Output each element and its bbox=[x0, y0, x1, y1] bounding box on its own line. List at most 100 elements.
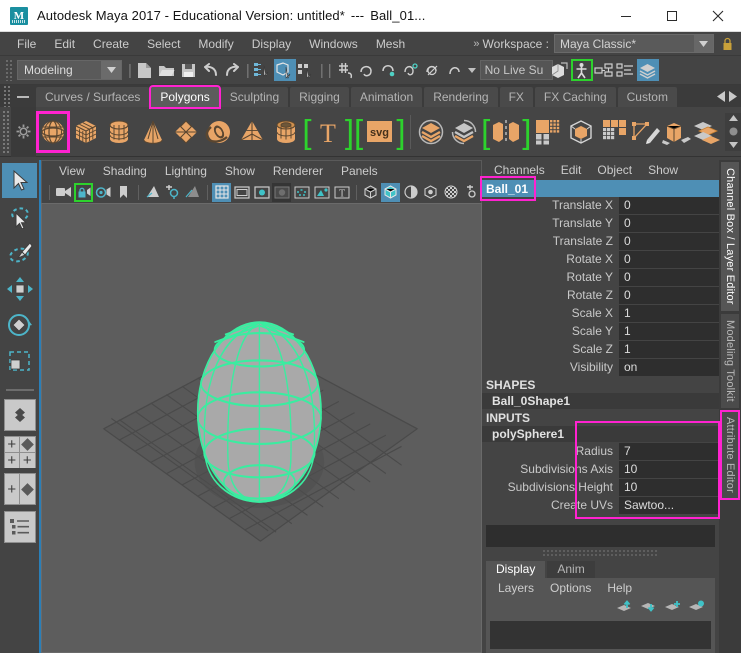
layer-tab-display[interactable]: Display bbox=[486, 561, 546, 578]
panel-menu-view[interactable]: View bbox=[50, 161, 94, 182]
panel-menu-renderer[interactable]: Renderer bbox=[264, 161, 332, 182]
attribute-value[interactable]: 1 bbox=[619, 323, 719, 340]
smooth-icon[interactable] bbox=[531, 111, 564, 153]
chevron-down-icon[interactable] bbox=[694, 35, 713, 52]
undo-icon[interactable] bbox=[200, 59, 222, 81]
shelf-grip[interactable] bbox=[3, 85, 12, 107]
menu-item-file[interactable]: File bbox=[8, 32, 45, 56]
move-layer-up-icon[interactable] bbox=[616, 600, 633, 616]
separate-icon[interactable] bbox=[448, 111, 481, 153]
lasso-select-tool-icon[interactable] bbox=[2, 199, 37, 234]
maximize-button[interactable] bbox=[649, 0, 695, 32]
select-camera-icon[interactable] bbox=[54, 183, 73, 202]
single-perspective-layout[interactable] bbox=[3, 399, 36, 431]
layer-editor-icon[interactable] bbox=[636, 59, 659, 81]
xray-joints-icon[interactable] bbox=[312, 183, 331, 202]
channel-box-node-name-row[interactable]: Ball_01 bbox=[480, 176, 719, 201]
open-scene-icon[interactable] bbox=[156, 59, 178, 81]
bevel-icon[interactable] bbox=[661, 111, 692, 153]
attribute-value[interactable]: 0 bbox=[619, 251, 719, 268]
multi-cut-icon[interactable] bbox=[598, 111, 631, 153]
vtab-modeling-toolkit[interactable]: Modeling Toolkit bbox=[721, 313, 739, 408]
attribute-row[interactable]: Scale Y 1 bbox=[482, 323, 719, 340]
output-connections-icon[interactable] bbox=[615, 59, 637, 81]
shelf-tab-fx-caching[interactable]: FX Caching bbox=[534, 87, 616, 107]
use-all-lights-icon[interactable] bbox=[421, 183, 440, 202]
poly-svg-icon[interactable]: svg bbox=[363, 111, 396, 153]
panel-menu-shading[interactable]: Shading bbox=[94, 161, 156, 182]
attribute-value[interactable]: 1 bbox=[619, 305, 719, 322]
shelf-tab-animation[interactable]: Animation bbox=[350, 87, 423, 107]
menu-item-windows[interactable]: Windows bbox=[300, 32, 367, 56]
input-connections-icon[interactable] bbox=[593, 59, 615, 81]
gate-mask-icon[interactable] bbox=[272, 182, 291, 202]
wireframe-shading-icon[interactable] bbox=[361, 183, 380, 202]
close-button[interactable] bbox=[695, 0, 741, 32]
attribute-row[interactable]: Subdivisions Height 10 bbox=[482, 479, 719, 496]
attribute-value[interactable]: 0 bbox=[619, 269, 719, 286]
shadows-icon[interactable] bbox=[183, 183, 202, 202]
shelf-tab-sculpting[interactable]: Sculpting bbox=[220, 87, 289, 107]
snap-to-projected-center-icon[interactable] bbox=[400, 59, 422, 81]
menu-item-create[interactable]: Create bbox=[84, 32, 138, 56]
four-view-layout[interactable]: + + + bbox=[3, 436, 36, 468]
paint-select-tool-icon[interactable] bbox=[2, 235, 37, 270]
shelf-tab-custom[interactable]: Custom bbox=[617, 87, 677, 107]
make-live-icon[interactable] bbox=[444, 59, 466, 81]
smooth-preview-icon[interactable] bbox=[565, 111, 598, 153]
new-scene-icon[interactable] bbox=[134, 59, 156, 81]
attribute-row[interactable]: Rotate X 0 bbox=[482, 251, 719, 268]
poly-cube-icon[interactable] bbox=[70, 111, 103, 153]
snap-to-curve-icon[interactable] bbox=[356, 59, 378, 81]
lock-camera-icon[interactable] bbox=[74, 182, 93, 202]
shelf-tab-rendering[interactable]: Rendering bbox=[424, 87, 498, 107]
bookmark-icon[interactable] bbox=[114, 183, 133, 202]
attribute-value[interactable]: 10 bbox=[619, 479, 719, 496]
attribute-row[interactable]: Create UVs Sawtoo... bbox=[482, 497, 719, 514]
redo-icon[interactable] bbox=[222, 59, 244, 81]
select-by-hierarchy-icon[interactable] bbox=[252, 59, 274, 81]
snap-to-view-plane-icon[interactable] bbox=[422, 59, 444, 81]
move-layer-down-icon[interactable] bbox=[640, 600, 657, 616]
shelf-tab-curves-surfaces[interactable]: Curves / Surfaces bbox=[36, 87, 150, 107]
shelf-options-gear-icon[interactable] bbox=[10, 106, 37, 157]
panel-menu-show[interactable]: Show bbox=[216, 161, 264, 182]
shelf-tab-polygons[interactable]: Polygons bbox=[149, 85, 221, 109]
scroll-left-icon[interactable] bbox=[717, 91, 726, 105]
attribute-row[interactable]: Radius 7 bbox=[482, 443, 719, 460]
scale-tool-icon[interactable] bbox=[2, 343, 37, 378]
shelf-tab-menu-icon[interactable] bbox=[14, 90, 32, 104]
panel-resize-handle[interactable] bbox=[542, 549, 659, 557]
poly-cone-icon[interactable] bbox=[136, 111, 169, 153]
attribute-value[interactable]: 7 bbox=[619, 443, 719, 460]
attribute-value[interactable]: Sawtoo... bbox=[619, 497, 719, 514]
multisample-icon[interactable] bbox=[461, 183, 480, 202]
poly-cylinder-icon[interactable] bbox=[103, 111, 136, 153]
shelf-tab-fx[interactable]: FX bbox=[499, 87, 533, 107]
camera-attributes-icon[interactable] bbox=[94, 183, 113, 202]
attribute-row[interactable]: Translate X 0 bbox=[482, 197, 719, 214]
render-view-icon[interactable] bbox=[549, 59, 571, 81]
poly-platonic-icon[interactable] bbox=[169, 111, 202, 153]
combine-icon[interactable] bbox=[415, 111, 448, 153]
menu-item-display[interactable]: Display bbox=[243, 32, 300, 56]
outliner-persp-layout[interactable] bbox=[3, 511, 36, 543]
film-gate-icon[interactable] bbox=[232, 183, 251, 202]
attribute-row[interactable]: Scale Z 1 bbox=[482, 341, 719, 358]
layer-list[interactable] bbox=[490, 621, 711, 649]
xray-icon[interactable] bbox=[292, 183, 311, 202]
attribute-row[interactable]: Translate Y 0 bbox=[482, 215, 719, 232]
attribute-value[interactable]: 0 bbox=[619, 233, 719, 250]
smooth-shading-icon[interactable] bbox=[381, 182, 400, 202]
extrude-icon[interactable] bbox=[631, 111, 661, 153]
live-surface-field[interactable]: No Live Su bbox=[479, 60, 553, 80]
layer-menu-layers[interactable]: Layers bbox=[490, 581, 542, 595]
new-layer-from-selected-icon[interactable] bbox=[688, 600, 705, 616]
grid-icon[interactable] bbox=[212, 182, 231, 202]
poly-sphere-icon[interactable] bbox=[36, 110, 70, 153]
vtab-attribute-editor[interactable]: Attribute Editor bbox=[720, 409, 740, 500]
attribute-value[interactable]: 0 bbox=[619, 197, 719, 214]
poly-type-icon[interactable]: T bbox=[312, 111, 345, 153]
select-by-object-icon[interactable] bbox=[273, 59, 296, 81]
status-line-grip[interactable] bbox=[5, 59, 14, 81]
